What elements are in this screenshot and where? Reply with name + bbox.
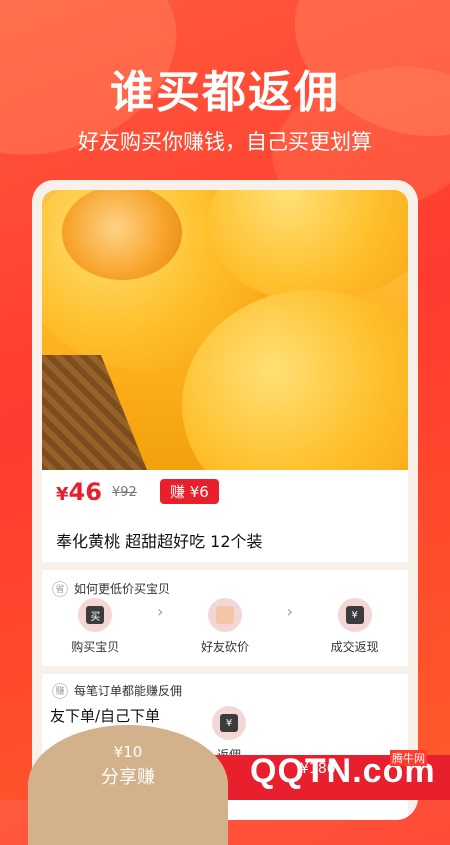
buy-icon: 买 bbox=[78, 598, 113, 632]
order-type-text: 友下单/自己下单 bbox=[48, 705, 163, 726]
title-row[interactable]: 奉化黄桃 超甜超好吃 12个装 bbox=[42, 518, 408, 562]
how-header: 省 如何更低价买宝贝 bbox=[52, 580, 170, 597]
commission-header: 赚 每笔订单都能赚反佣 bbox=[52, 682, 182, 699]
step-label: 好友砍价 bbox=[200, 640, 249, 654]
coin-icon: 省 bbox=[52, 580, 68, 597]
original-price: ¥92 bbox=[112, 485, 137, 500]
product-image[interactable] bbox=[42, 190, 408, 470]
steps: 买 购买宝贝 › 好友砍价 › ¥ 成交返现 bbox=[42, 598, 408, 655]
currency-symbol: ¥ bbox=[56, 484, 69, 505]
headline: 谁买都返佣 bbox=[110, 67, 340, 118]
step-buy: 买 购买宝贝 bbox=[50, 598, 140, 655]
share-amount: ¥10 bbox=[113, 743, 143, 761]
peach-pit bbox=[62, 190, 182, 280]
chevron-right-icon: › bbox=[286, 602, 293, 621]
coin-icon: 赚 bbox=[52, 682, 68, 699]
commission-title: 每笔订单都能赚反佣 bbox=[74, 684, 183, 698]
commission-icon-text: ¥ bbox=[220, 714, 238, 732]
step-bargain: 好友砍价 bbox=[180, 598, 270, 655]
cashback-icon: ¥ bbox=[337, 598, 372, 632]
current-price: ¥46 bbox=[56, 478, 102, 506]
price-row: ¥46 ¥92 赚 ¥6 bbox=[42, 470, 408, 518]
earn-badge: 赚 ¥6 bbox=[160, 479, 219, 504]
chevron-right-icon: › bbox=[156, 602, 164, 621]
bargain-icon-shape bbox=[215, 606, 234, 624]
subline: 好友购买你赚钱，自己买更划算 bbox=[78, 130, 372, 154]
step-cashback: ¥ 成交返现 bbox=[310, 598, 400, 655]
how-title: 如何更低价买宝贝 bbox=[74, 582, 171, 596]
cashback-icon-text: ¥ bbox=[345, 606, 364, 624]
watermark: QQTN.com 腾牛网 bbox=[250, 750, 436, 791]
watermark-small: 腾牛网 bbox=[390, 750, 427, 766]
step-label: 成交返现 bbox=[330, 640, 379, 654]
product-title: 奉化黄桃 超甜超好吃 12个装 bbox=[56, 532, 263, 551]
price-value: 46 bbox=[68, 478, 102, 506]
buy-icon-text: 买 bbox=[86, 606, 105, 624]
share-button[interactable]: ¥10 分享赚 bbox=[28, 725, 228, 845]
share-label: 分享赚 bbox=[101, 767, 155, 788]
basket bbox=[42, 355, 149, 470]
commission-icon: ¥ bbox=[212, 706, 246, 740]
bargain-icon bbox=[207, 598, 242, 632]
step-label: 购买宝贝 bbox=[71, 640, 120, 654]
how-panel: 省 如何更低价买宝贝 买 购买宝贝 › 好友砍价 › ¥ 成交返现 bbox=[42, 570, 408, 666]
